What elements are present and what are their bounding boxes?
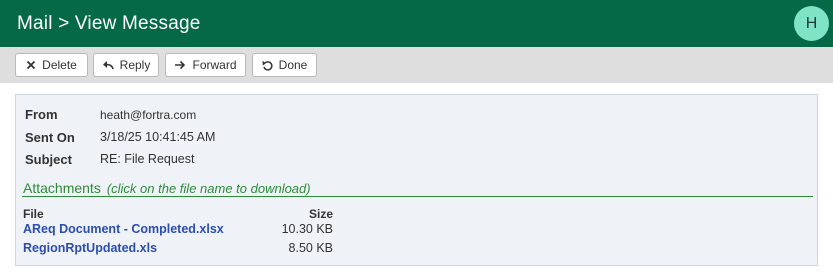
attachment-link[interactable]: RegionRptUpdated.xls xyxy=(23,241,157,255)
size-column-header: Size xyxy=(308,207,333,221)
attachment-link[interactable]: AReq Document - Completed.xlsx xyxy=(23,222,224,236)
delete-button-label: Delete xyxy=(42,58,77,72)
reply-button[interactable]: Reply xyxy=(93,53,159,77)
subject-value: RE: File Request xyxy=(100,152,195,166)
undo-icon xyxy=(262,60,273,71)
forward-button-label: Forward xyxy=(192,58,237,72)
attachment-size: 8.50 KB xyxy=(288,241,333,255)
page-title: Mail > View Message xyxy=(17,12,201,34)
from-label: From xyxy=(25,107,58,122)
reply-icon xyxy=(102,61,114,70)
close-icon xyxy=(27,60,36,70)
attachment-size: 10.30 KB xyxy=(281,222,333,236)
subject-label: Subject xyxy=(25,152,72,167)
sent-on-label: Sent On xyxy=(25,130,75,145)
attachments-hint: (click on the file name to download) xyxy=(106,181,311,196)
sent-on-value: 3/18/25 10:41:45 AM xyxy=(100,130,216,144)
forward-button[interactable]: Forward xyxy=(165,53,246,77)
done-button[interactable]: Done xyxy=(252,53,317,77)
reply-button-label: Reply xyxy=(119,58,151,72)
message-panel: From heath@fortra.com Sent On 3/18/25 10… xyxy=(15,94,818,266)
attachments-divider xyxy=(22,196,813,197)
attachments-title: Attachments xyxy=(23,180,101,196)
app-header: Mail > View Message H xyxy=(0,0,833,47)
done-button-label: Done xyxy=(278,58,308,72)
from-value: heath@fortra.com xyxy=(100,108,197,122)
arrow-right-icon xyxy=(175,60,186,70)
file-column-header: File xyxy=(23,207,44,221)
user-avatar[interactable]: H xyxy=(794,6,829,41)
toolbar: Delete Reply Forward Done xyxy=(0,47,833,83)
delete-button[interactable]: Delete xyxy=(15,53,88,77)
attachments-heading: Attachments (click on the file name to do… xyxy=(23,180,311,196)
